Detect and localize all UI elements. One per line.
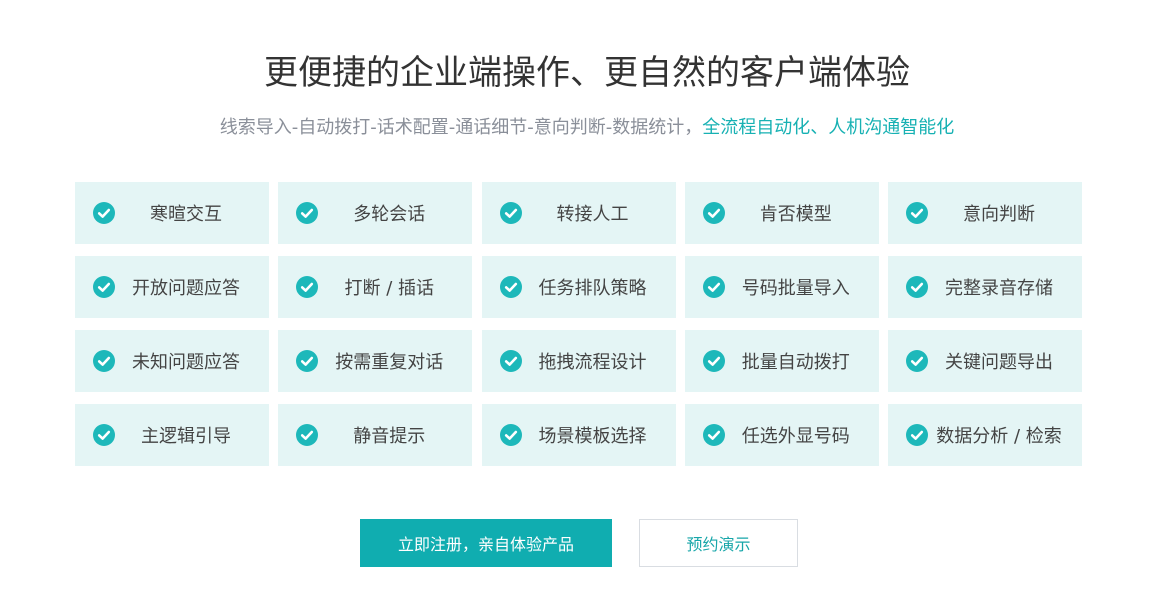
feature-item: 开放问题应答 xyxy=(75,256,269,318)
check-circle-icon xyxy=(499,202,522,224)
check-circle-icon xyxy=(93,276,115,298)
feature-item: 多轮会话 xyxy=(278,182,473,244)
check-circle-icon xyxy=(702,202,725,224)
check-circle-icon xyxy=(296,276,319,298)
feature-label: 批量自动拨打 xyxy=(741,352,850,373)
feature-item: 寒暄交互 xyxy=(75,182,269,244)
check-circle-icon xyxy=(702,424,725,446)
feature-item: 任选外显号码 xyxy=(684,404,879,466)
feature-label: 打断 / 插话 xyxy=(344,278,434,299)
feature-item: 完整录音存储 xyxy=(888,256,1082,318)
feature-item: 主逻辑引导 xyxy=(75,404,269,466)
feature-item: 号码批量导入 xyxy=(684,256,879,318)
feature-item: 任务排队策略 xyxy=(481,256,676,318)
feature-label: 主逻辑引导 xyxy=(141,426,231,447)
check-circle-icon xyxy=(499,350,522,372)
subtitle-highlight: 全流程自动化、人机沟通智能化 xyxy=(702,117,955,138)
feature-label: 意向判断 xyxy=(963,204,1035,225)
feature-item: 数据分析 / 检索 xyxy=(888,404,1082,466)
feature-label: 任选外显号码 xyxy=(741,426,850,447)
check-circle-icon xyxy=(906,350,928,372)
feature-label: 转接人工 xyxy=(556,204,629,225)
feature-item: 批量自动拨打 xyxy=(684,330,879,392)
feature-label: 数据分析 / 检索 xyxy=(936,426,1062,447)
feature-grid: 寒暄交互 多轮会话 转接人工 肯否模型 意向判断开放问题应答 打断 / 插话 任务排队策略 号… xyxy=(75,182,1082,466)
check-circle-icon xyxy=(93,202,115,224)
check-circle-icon xyxy=(906,202,928,224)
feature-item: 静音提示 xyxy=(278,404,473,466)
feature-item: 按需重复对话 xyxy=(278,330,473,392)
feature-label: 按需重复对话 xyxy=(335,352,444,373)
check-circle-icon xyxy=(702,276,725,298)
feature-label: 开放问题应答 xyxy=(132,278,240,299)
feature-item: 未知问题应答 xyxy=(75,330,269,392)
check-circle-icon xyxy=(906,276,928,298)
feature-label: 场景模板选择 xyxy=(538,426,647,447)
feature-label: 寒暄交互 xyxy=(150,204,222,225)
subtitle-plain: 线索导入-自动拨打-话术配置-通话细节-意向判断-数据统计， xyxy=(219,117,703,138)
check-circle-icon xyxy=(499,424,522,446)
feature-label: 号码批量导入 xyxy=(741,278,850,299)
feature-label: 任务排队策略 xyxy=(538,278,647,299)
feature-label: 拖拽流程设计 xyxy=(538,352,647,373)
check-circle-icon xyxy=(296,202,319,224)
feature-label: 肯否模型 xyxy=(759,204,832,225)
feature-label: 未知问题应答 xyxy=(132,352,240,373)
book-demo-button[interactable]: 预约演示 xyxy=(639,519,798,567)
check-circle-icon xyxy=(906,424,928,446)
feature-item: 场景模板选择 xyxy=(481,404,676,466)
check-circle-icon xyxy=(93,424,115,446)
check-circle-icon xyxy=(296,424,319,446)
feature-item: 意向判断 xyxy=(888,182,1082,244)
feature-item: 肯否模型 xyxy=(684,182,879,244)
feature-label: 多轮会话 xyxy=(353,204,426,225)
check-circle-icon xyxy=(499,276,522,298)
feature-label: 关键问题导出 xyxy=(945,352,1053,373)
register-button[interactable]: 立即注册，亲自体验产品 xyxy=(360,519,612,567)
page-subtitle: 线索导入-自动拨打-话术配置-通话细节-意向判断-数据统计，全流程自动化、人机沟… xyxy=(0,114,1174,142)
check-circle-icon xyxy=(296,350,319,372)
page: 更便捷的企业端操作、更自然的客户端体验 线索导入-自动拨打-话术配置-通话细节-… xyxy=(0,0,1174,594)
feature-item: 关键问题导出 xyxy=(888,330,1082,392)
check-circle-icon xyxy=(93,350,115,372)
feature-item: 拖拽流程设计 xyxy=(481,330,676,392)
feature-label: 完整录音存储 xyxy=(945,278,1053,299)
feature-item: 打断 / 插话 xyxy=(278,256,473,318)
feature-item: 转接人工 xyxy=(481,182,676,244)
page-title: 更便捷的企业端操作、更自然的客户端体验 xyxy=(264,53,910,93)
feature-label: 静音提示 xyxy=(353,426,426,447)
check-circle-icon xyxy=(702,350,725,372)
